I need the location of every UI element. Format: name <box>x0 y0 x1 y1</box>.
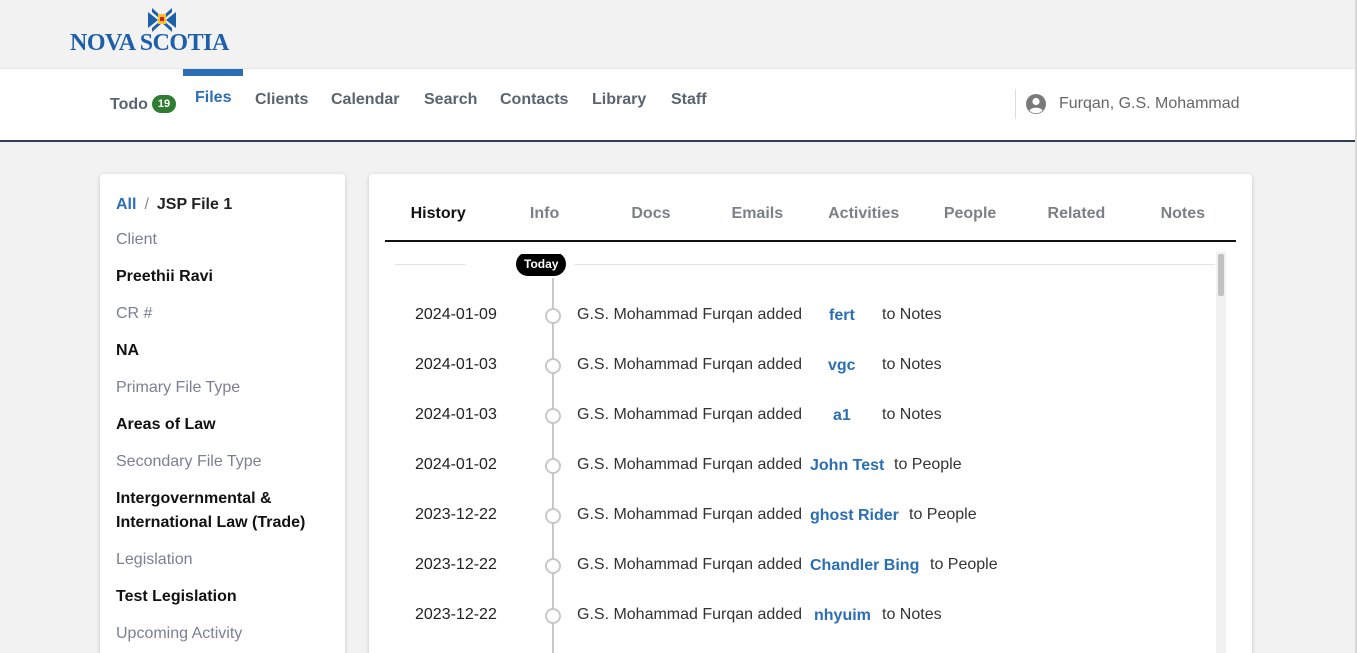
entry-target: to People <box>909 506 977 523</box>
nav-todo-label: Todo <box>110 96 148 113</box>
entry-actor: G.S. Mohammad Furqan added <box>577 356 803 373</box>
tab-notes[interactable]: Notes <box>1130 194 1236 240</box>
upcoming-activity-label: Upcoming Activity <box>116 625 243 642</box>
history-scrollbar-track[interactable] <box>1216 252 1226 653</box>
cr-number-value: NA <box>116 342 140 359</box>
entry-date: 2023-12-22 <box>415 506 497 523</box>
breadcrumb-current: JSP File 1 <box>156 196 233 213</box>
nav-contacts[interactable]: Contacts <box>500 91 568 109</box>
entry-date: 2023-12-22 <box>415 556 497 573</box>
entry-actor: G.S. Mohammad Furqan added <box>577 556 803 573</box>
timeline-dot <box>545 408 561 424</box>
nav-todo[interactable]: Todo 19 <box>110 95 177 114</box>
user-separator <box>1015 89 1016 119</box>
file-tabs: History Info Docs Emails Activities Peop… <box>385 194 1236 242</box>
entry-date: 2023-12-22 <box>415 606 497 623</box>
entry-date: 2024-01-02 <box>415 456 497 473</box>
tab-related[interactable]: Related <box>1023 194 1129 240</box>
timeline-dot <box>545 358 561 374</box>
history-entry: 2024-01-03 G.S. Mohammad Furqan added a1… <box>385 404 1215 428</box>
user-menu[interactable]: Furqan, G.S. Mohammad <box>1025 93 1240 115</box>
history-entry: 2024-01-02 G.S. Mohammad Furqan added Jo… <box>385 454 1215 478</box>
history-entry: 2023-12-22 G.S. Mohammad Furqan added gh… <box>385 504 1215 528</box>
nav-staff[interactable]: Staff <box>671 91 707 109</box>
entry-item-link[interactable]: a1 <box>833 407 851 425</box>
tab-people[interactable]: People <box>917 194 1023 240</box>
entry-target: to Notes <box>882 306 942 323</box>
history-entry: 2024-01-09 G.S. Mohammad Furqan added fe… <box>385 304 1215 328</box>
logo-strip: NOVA SCOTIA <box>0 0 1357 68</box>
legislation-label: Legislation <box>116 551 193 568</box>
secondary-file-type-value: Intergovernmental & International Law (T… <box>116 490 306 531</box>
nav-calendar[interactable]: Calendar <box>331 91 399 109</box>
tab-history[interactable]: History <box>385 194 491 240</box>
main-navbar: Todo 19 Files Clients Calendar Search Con… <box>0 68 1355 142</box>
active-nav-indicator <box>183 69 243 76</box>
file-details-card: All / JSP File 1 Client Preethii Ravi CR #… <box>100 174 345 653</box>
history-entry: 2023-12-22 G.S. Mohammad Furqan added Ch… <box>385 554 1215 578</box>
tab-activities[interactable]: Activities <box>811 194 917 240</box>
entry-item-link[interactable]: nhyuim <box>814 607 871 625</box>
tab-emails[interactable]: Emails <box>704 194 810 240</box>
user-circle-icon <box>1026 94 1046 114</box>
timeline-dot <box>545 558 561 574</box>
client-value: Preethii Ravi <box>116 268 213 285</box>
entry-item-link[interactable]: ghost Rider <box>810 507 899 525</box>
entry-actor: G.S. Mohammad Furqan added <box>577 506 803 523</box>
tab-docs[interactable]: Docs <box>598 194 704 240</box>
client-label: Client <box>116 231 157 248</box>
entry-item-link[interactable]: fert <box>829 307 855 325</box>
today-marker: Today <box>516 254 567 276</box>
legislation-value: Test Legislation <box>116 588 237 605</box>
entry-item-link[interactable]: vgc <box>828 357 856 375</box>
nav-search[interactable]: Search <box>424 91 477 109</box>
timeline-dot <box>545 508 561 524</box>
nav-clients[interactable]: Clients <box>255 91 308 109</box>
entry-target: to Notes <box>882 356 942 373</box>
entry-item-link[interactable]: Chandler Bing <box>810 557 919 575</box>
nav-library[interactable]: Library <box>592 91 646 109</box>
entry-actor: G.S. Mohammad Furqan added <box>577 456 803 473</box>
history-scrollbar-thumb[interactable] <box>1218 254 1224 296</box>
timeline-dot <box>545 608 561 624</box>
primary-file-type-value: Areas of Law <box>116 416 216 433</box>
timeline-dot <box>545 308 561 324</box>
entry-date: 2024-01-09 <box>415 306 497 323</box>
entry-target: to People <box>930 556 998 573</box>
history-timeline: Today 2024-01-09 G.S. Mohammad Furqan ad… <box>385 254 1220 653</box>
file-main-card: History Info Docs Emails Activities Peop… <box>369 174 1252 653</box>
breadcrumb-all-link[interactable]: All <box>116 196 136 213</box>
entry-target: to Notes <box>882 606 942 623</box>
entry-actor: G.S. Mohammad Furqan added <box>577 306 803 323</box>
entry-target: to Notes <box>882 406 942 423</box>
primary-file-type-label: Primary File Type <box>116 379 241 396</box>
breadcrumb-separator: / <box>144 196 149 213</box>
cr-number-label: CR # <box>116 305 153 322</box>
todo-count-badge: 19 <box>151 95 177 113</box>
history-entry: 2024-01-03 G.S. Mohammad Furqan added vg… <box>385 354 1215 378</box>
today-divider-left <box>395 264 465 265</box>
entry-date: 2024-01-03 <box>415 406 497 423</box>
user-name: Furqan, G.S. Mohammad <box>1059 95 1240 112</box>
tab-info[interactable]: Info <box>491 194 597 240</box>
entry-actor: G.S. Mohammad Furqan added <box>577 606 803 623</box>
breadcrumb: All / JSP File 1 <box>116 196 329 214</box>
entry-date: 2024-01-03 <box>415 356 497 373</box>
history-entry: 2023-12-22 G.S. Mohammad Furqan added nh… <box>385 604 1215 628</box>
nova-scotia-logo[interactable]: NOVA SCOTIA <box>70 8 250 58</box>
entry-actor: G.S. Mohammad Furqan added <box>577 406 803 423</box>
secondary-file-type-label: Secondary File Type <box>116 453 262 470</box>
entry-target: to People <box>894 456 962 473</box>
today-divider-right <box>575 264 1215 265</box>
entry-item-link[interactable]: John Test <box>810 457 884 475</box>
logo-text: NOVA SCOTIA <box>70 30 229 56</box>
nav-files[interactable]: Files <box>195 89 231 107</box>
timeline-dot <box>545 458 561 474</box>
